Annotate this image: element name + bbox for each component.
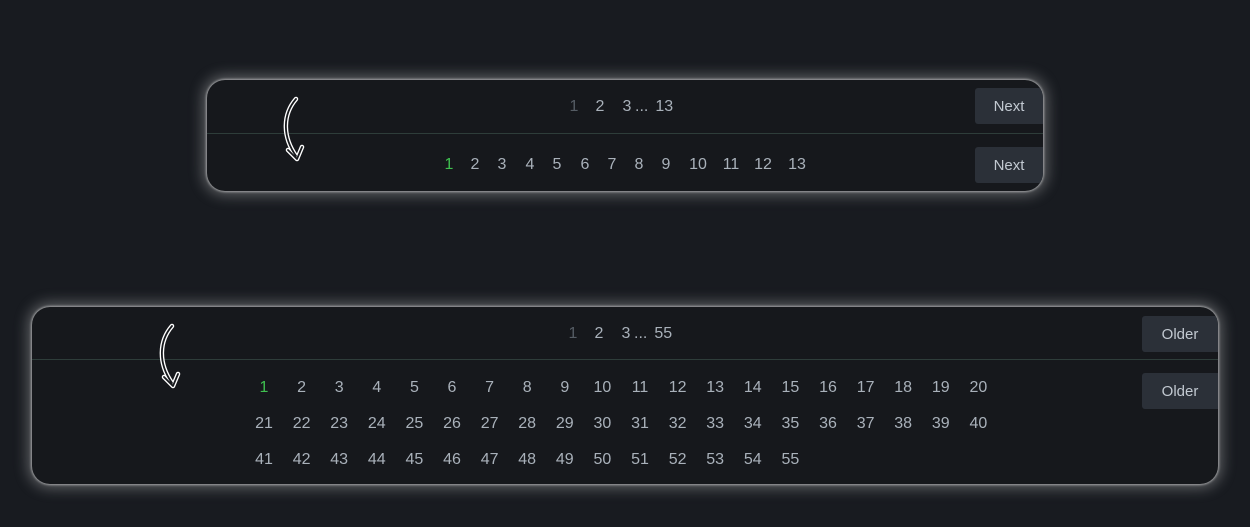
curved-arrow-down-icon [159, 323, 181, 389]
page-link-42[interactable]: 42 [287, 451, 317, 469]
page-link-7[interactable]: 7 [475, 379, 505, 397]
page-link-50[interactable]: 50 [587, 451, 617, 469]
page-link-11[interactable]: 11 [625, 379, 655, 397]
page-link-37[interactable]: 37 [851, 415, 881, 433]
divider [207, 133, 1043, 134]
curved-arrow-down-icon [283, 96, 305, 162]
page-link-44[interactable]: 44 [362, 451, 392, 469]
page-link-55[interactable]: 55 [775, 451, 805, 469]
expanded-pagination: 1 2 3 4 5 6 7 8 9 10 11 12 13 [441, 153, 821, 177]
page-link-6[interactable]: 6 [573, 156, 597, 174]
page-link-2[interactable]: 2 [594, 98, 606, 116]
page-link-47[interactable]: 47 [475, 451, 505, 469]
page-link-24[interactable]: 24 [362, 415, 392, 433]
page-link-35[interactable]: 35 [775, 415, 805, 433]
page-link-36[interactable]: 36 [813, 415, 843, 433]
page-link-3[interactable]: 3 [490, 156, 514, 174]
page-link-15[interactable]: 15 [775, 379, 805, 397]
pagination-card-large: 1 2 3 ... 55 Older 1 2 3 4 5 6 7 8 9 10 11 12 13 14 15… [32, 307, 1218, 484]
page-link-4[interactable]: 4 [362, 379, 392, 397]
page-link-33[interactable]: 33 [700, 415, 730, 433]
page-link-8[interactable]: 8 [512, 379, 542, 397]
ellipsis: ... [634, 325, 648, 342]
page-link-20[interactable]: 20 [963, 379, 993, 397]
compact-pagination: 1 2 3 ... 13 [568, 95, 674, 119]
page-link-12[interactable]: 12 [663, 379, 693, 397]
page-link-49[interactable]: 49 [550, 451, 580, 469]
page-link-54[interactable]: 54 [738, 451, 768, 469]
page-link-31[interactable]: 31 [625, 415, 655, 433]
page-link-53[interactable]: 53 [700, 451, 730, 469]
page-link-43[interactable]: 43 [324, 451, 354, 469]
page-link-3[interactable]: 3 [324, 379, 354, 397]
page-link-25[interactable]: 25 [399, 415, 429, 433]
page-link-48[interactable]: 48 [512, 451, 542, 469]
page-link-41[interactable]: 41 [249, 451, 279, 469]
page-link-3[interactable]: 3 [621, 98, 633, 116]
page-link-11[interactable]: 11 [719, 156, 743, 174]
page-link-38[interactable]: 38 [888, 415, 918, 433]
page-link-6[interactable]: 6 [437, 379, 467, 397]
page-link-52[interactable]: 52 [663, 451, 693, 469]
page-link-2[interactable]: 2 [287, 379, 317, 397]
page-link-40[interactable]: 40 [963, 415, 993, 433]
page-link-1-disabled: 1 [568, 325, 578, 342]
page-link-34[interactable]: 34 [738, 415, 768, 433]
page-link-last[interactable]: 13 [655, 98, 673, 116]
page-link-39[interactable]: 39 [926, 415, 956, 433]
page-link-3[interactable]: 3 [620, 325, 632, 343]
ellipsis: ... [635, 98, 649, 115]
page-link-29[interactable]: 29 [550, 415, 580, 433]
page-link-30[interactable]: 30 [587, 415, 617, 433]
page-link-12[interactable]: 12 [751, 156, 775, 174]
page-link-5[interactable]: 5 [545, 156, 569, 174]
page-link-9[interactable]: 9 [654, 156, 678, 174]
page-link-16[interactable]: 16 [813, 379, 843, 397]
page-link-19[interactable]: 19 [926, 379, 956, 397]
page-link-2[interactable]: 2 [593, 325, 605, 343]
page-link-1[interactable]: 1 [249, 379, 279, 397]
page-link-23[interactable]: 23 [324, 415, 354, 433]
page-link-32[interactable]: 32 [663, 415, 693, 433]
page-link-7[interactable]: 7 [600, 156, 624, 174]
next-button-expanded[interactable]: Next [975, 147, 1043, 183]
divider [32, 359, 1218, 360]
page-link-26[interactable]: 26 [437, 415, 467, 433]
page-link-10[interactable]: 10 [686, 156, 710, 174]
next-button-compact[interactable]: Next [975, 88, 1043, 124]
page-link-18[interactable]: 18 [888, 379, 918, 397]
page-link-8[interactable]: 8 [627, 156, 651, 174]
page-link-13[interactable]: 13 [700, 379, 730, 397]
page-link-5[interactable]: 5 [399, 379, 429, 397]
older-button-compact[interactable]: Older [1142, 316, 1218, 352]
page-link-28[interactable]: 28 [512, 415, 542, 433]
page-link-46[interactable]: 46 [437, 451, 467, 469]
page-link-1[interactable]: 1 [437, 156, 461, 174]
page-link-last[interactable]: 55 [654, 325, 672, 343]
page-link-14[interactable]: 14 [738, 379, 768, 397]
page-link-27[interactable]: 27 [475, 415, 505, 433]
page-link-1-disabled: 1 [569, 98, 579, 115]
compact-pagination: 1 2 3 ... 55 [567, 322, 673, 346]
page-link-21[interactable]: 21 [249, 415, 279, 433]
page-link-45[interactable]: 45 [399, 451, 429, 469]
page-link-9[interactable]: 9 [550, 379, 580, 397]
pagination-card-small: 1 2 3 ... 13 Next 1 2 3 4 5 6 7 8 9 10 11 12 13 Next [207, 80, 1043, 191]
page-link-13[interactable]: 13 [785, 156, 809, 174]
older-button-expanded[interactable]: Older [1142, 373, 1218, 409]
page-link-4[interactable]: 4 [518, 156, 542, 174]
page-link-10[interactable]: 10 [587, 379, 617, 397]
page-link-17[interactable]: 17 [851, 379, 881, 397]
page-link-51[interactable]: 51 [625, 451, 655, 469]
page-link-2[interactable]: 2 [463, 156, 487, 174]
page-link-22[interactable]: 22 [287, 415, 317, 433]
